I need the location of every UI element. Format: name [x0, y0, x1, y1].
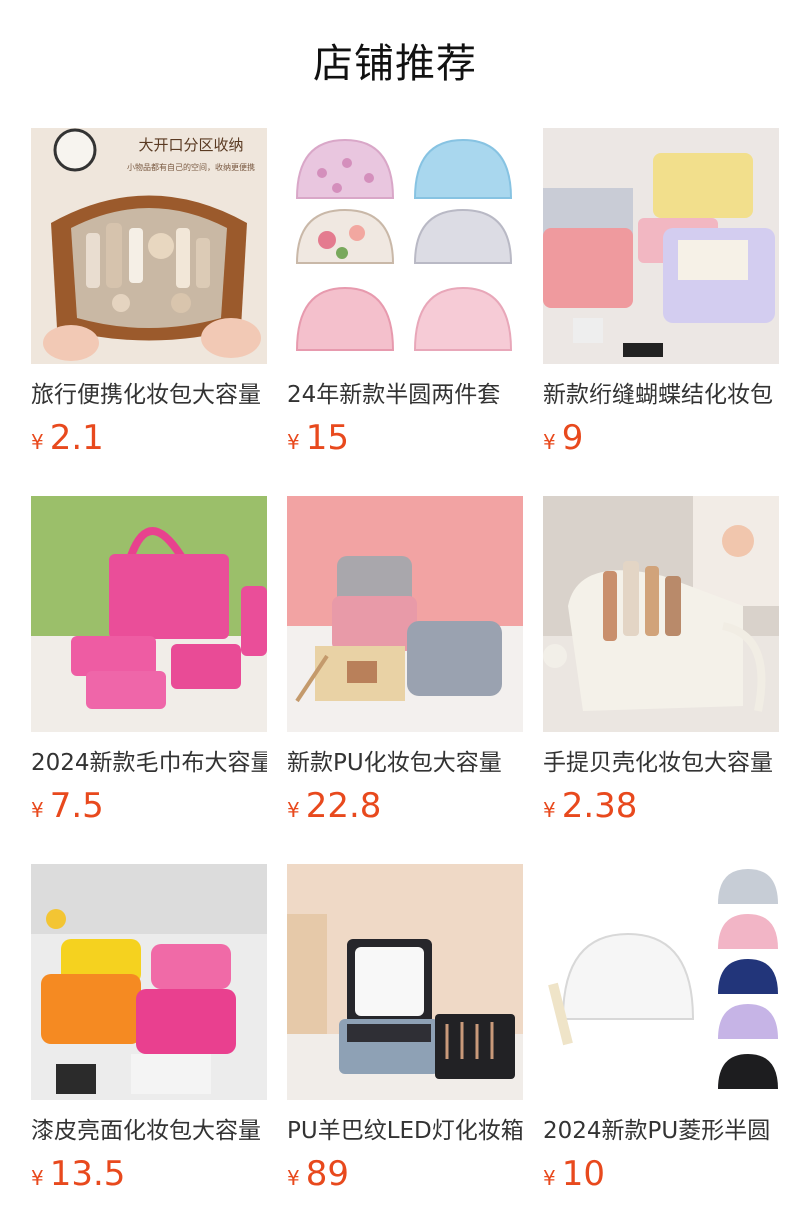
product-image-pu-cases[interactable] — [287, 496, 523, 732]
product-price: ¥89 — [287, 1154, 523, 1194]
price-value: 2.38 — [561, 786, 638, 826]
image-caption-main: 大开口分区收纳 — [138, 136, 243, 154]
price-value: 7.5 — [49, 786, 104, 826]
price-value: 89 — [305, 1154, 349, 1194]
product-card[interactable]: 24年新款半圆两件套 ¥15 — [287, 128, 523, 496]
product-photo — [31, 496, 267, 732]
product-name[interactable]: 2024新款毛巾布大容量 — [31, 746, 267, 780]
product-image-led-case[interactable] — [287, 864, 523, 1100]
product-card[interactable]: 2024新款毛巾布大容量 ¥7.5 — [31, 496, 267, 864]
product-price: ¥7.5 — [31, 786, 267, 826]
product-grid: 大开口分区收纳 小物品都有自己的空间，收纳更便携 旅行便携化妆包大容量 ¥ 2.… — [31, 128, 779, 1232]
product-photo — [31, 864, 267, 1100]
currency-symbol: ¥ — [31, 1166, 44, 1190]
product-card[interactable]: 手提贝壳化妆包大容量 ¥2.38 — [543, 496, 779, 864]
product-photo — [287, 128, 523, 364]
product-price: ¥2.38 — [543, 786, 779, 826]
currency-symbol: ¥ — [31, 430, 44, 454]
product-image-quilted-pouches[interactable] — [543, 864, 779, 1100]
currency-symbol: ¥ — [543, 1166, 556, 1190]
product-image-patent-bags[interactable] — [31, 864, 267, 1100]
product-image-white-shell-bag[interactable] — [543, 496, 779, 732]
product-name[interactable]: 24年新款半圆两件套 — [287, 378, 523, 412]
product-card[interactable]: 新款PU化妆包大容量 ¥22.8 — [287, 496, 523, 864]
product-price: ¥22.8 — [287, 786, 523, 826]
product-name[interactable]: 2024新款PU菱形半圆 — [543, 1114, 779, 1148]
product-price: ¥9 — [543, 418, 779, 458]
product-price: ¥10 — [543, 1154, 779, 1194]
product-photo — [287, 496, 523, 732]
product-image-gingham-bags[interactable] — [543, 128, 779, 364]
product-image-pink-towel-set[interactable] — [31, 496, 267, 732]
product-photo — [287, 864, 523, 1100]
currency-symbol: ¥ — [543, 798, 556, 822]
currency-symbol: ¥ — [543, 430, 556, 454]
price-value: 13.5 — [49, 1154, 126, 1194]
recommendation-page: 店铺推荐 大开口分区收纳 小物品都有自己的空间，收纳更便携 旅行便携化妆包大容量… — [0, 0, 790, 1232]
product-name[interactable]: 手提贝壳化妆包大容量 — [543, 746, 779, 780]
product-photo — [543, 496, 779, 732]
price-value: 2.1 — [49, 418, 104, 458]
product-photo — [543, 864, 779, 1100]
section-title: 店铺推荐 — [313, 41, 477, 87]
product-card[interactable]: 2024新款PU菱形半圆 ¥10 — [543, 864, 779, 1232]
product-name[interactable]: 漆皮亮面化妆包大容量 — [31, 1114, 267, 1148]
product-name[interactable]: 旅行便携化妆包大容量 — [31, 378, 267, 412]
currency-symbol: ¥ — [287, 798, 300, 822]
currency-symbol: ¥ — [31, 798, 44, 822]
product-price: ¥2.1 — [31, 418, 267, 458]
product-card[interactable]: PU羊巴纹LED灯化妆箱 ¥89 — [287, 864, 523, 1232]
product-card[interactable]: 漆皮亮面化妆包大容量 ¥13.5 — [31, 864, 267, 1232]
product-card[interactable]: 大开口分区收纳 小物品都有自己的空间，收纳更便携 旅行便携化妆包大容量 ¥ 2.… — [31, 128, 267, 496]
price-value: 9 — [561, 418, 584, 458]
image-caption-sub: 小物品都有自己的空间，收纳更便携 — [127, 162, 255, 172]
product-photo — [543, 128, 779, 364]
currency-symbol: ¥ — [287, 430, 300, 454]
product-image-transparent-pouches[interactable] — [287, 128, 523, 364]
product-name[interactable]: PU羊巴纹LED灯化妆箱 — [287, 1114, 523, 1148]
product-photo: 大开口分区收纳 小物品都有自己的空间，收纳更便携 — [31, 128, 267, 364]
price-value: 10 — [561, 1154, 605, 1194]
product-name[interactable]: 新款绗缝蝴蝶结化妆包 — [543, 378, 779, 412]
product-image-brown-leather-bag[interactable]: 大开口分区收纳 小物品都有自己的空间，收纳更便携 — [31, 128, 267, 364]
currency-symbol: ¥ — [287, 1166, 300, 1190]
product-price: ¥13.5 — [31, 1154, 267, 1194]
price-value: 15 — [305, 418, 349, 458]
price-value: 22.8 — [305, 786, 382, 826]
product-card[interactable]: 新款绗缝蝴蝶结化妆包 ¥9 — [543, 128, 779, 496]
product-name[interactable]: 新款PU化妆包大容量 — [287, 746, 523, 780]
product-price: ¥15 — [287, 418, 523, 458]
